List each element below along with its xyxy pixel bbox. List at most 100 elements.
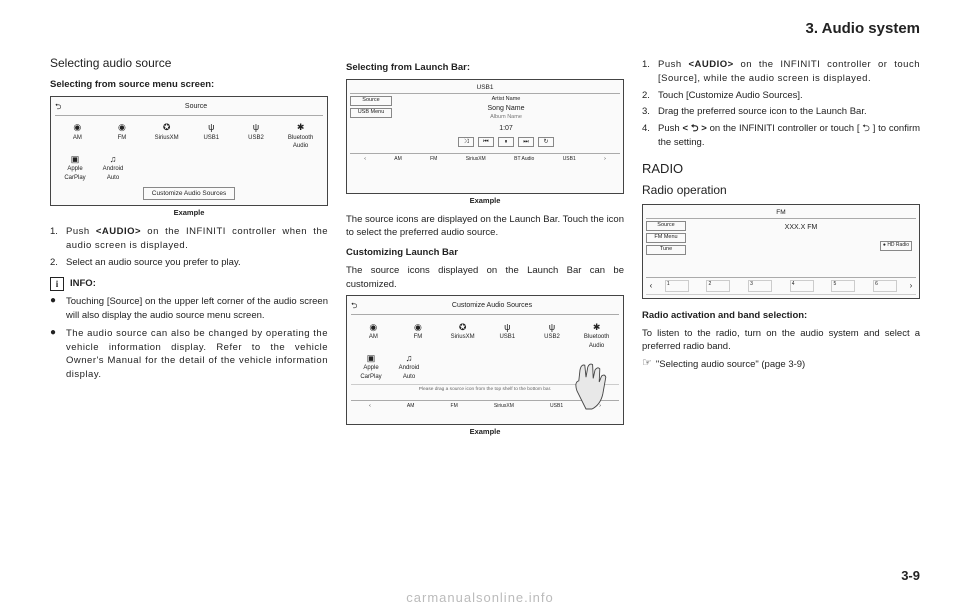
- usb1-icon: ψ: [491, 321, 523, 333]
- artist-label: Artist Name: [392, 96, 620, 104]
- info-icon: i: [50, 277, 64, 291]
- xref-icon: ☞: [642, 358, 652, 369]
- label: Bluetooth Audio: [581, 333, 613, 350]
- label: AM: [357, 333, 389, 342]
- drag-hint: Please drag a source icon from the top s…: [351, 384, 619, 394]
- bullet-1: Touching [Source] on the upper left corn…: [66, 295, 328, 323]
- launch-item: SiriusXM: [494, 403, 514, 410]
- bt-icon: ✱: [285, 122, 317, 134]
- figure-customize: ⮌ Customize Audio Sources ◉AM ◉FM ✪Siriu…: [346, 295, 624, 425]
- column-1: Selecting audio source Selecting from so…: [50, 55, 328, 444]
- preset-6: 6: [873, 280, 897, 292]
- bt-icon: ✱: [581, 321, 613, 333]
- heading-radio: RADIO: [642, 160, 920, 179]
- sxm-icon: ✪: [151, 122, 183, 134]
- figure-launch-bar: USB1 Source USB Menu Artist Name Song Na…: [346, 79, 624, 194]
- launch-usb: USB1: [563, 156, 576, 163]
- usb2-icon: ψ: [536, 321, 568, 333]
- launch-am: AM: [394, 156, 402, 163]
- label-fm: FM: [106, 134, 138, 143]
- figure-radio: FM Source FM Menu Tune XXX.X FM ● HD Rad…: [642, 204, 920, 299]
- label: FM: [402, 333, 434, 342]
- bullet-2: The audio source can also be changed by …: [66, 327, 328, 382]
- subheading-customize: Customizing Launch Bar: [346, 246, 624, 260]
- preset-2: 2: [706, 280, 730, 292]
- tune-button: Tune: [646, 245, 686, 255]
- label-usb2: USB2: [240, 134, 272, 143]
- shuffle-icon: ⤨: [458, 137, 474, 147]
- label-carplay: Apple CarPlay: [59, 165, 91, 182]
- prev-icon: ⏮: [478, 137, 494, 147]
- play-time: 1:07: [392, 124, 620, 134]
- label-am: AM: [61, 134, 93, 143]
- hd-radio-badge: ● HD Radio: [880, 241, 912, 250]
- xref-link: "Selecting audio source" (page 3-9): [656, 358, 805, 372]
- label: USB2: [536, 333, 568, 342]
- frequency: XXX.X FM: [686, 223, 916, 233]
- usb-menu-button: USB Menu: [350, 108, 392, 118]
- label: Android Auto: [393, 364, 425, 381]
- am-icon: ◉: [61, 122, 93, 134]
- preset-right-icon: ›: [906, 280, 916, 292]
- preset-1: 1: [665, 280, 689, 292]
- label: SiriusXM: [447, 333, 479, 342]
- step-number: 2.: [642, 89, 658, 103]
- back-icon: ⮌: [351, 300, 365, 312]
- step-number: 1.: [50, 225, 66, 253]
- fm-menu-button: FM Menu: [646, 233, 686, 243]
- customize-desc: The source icons displayed on the Launch…: [346, 264, 624, 292]
- usb2-icon: ψ: [240, 122, 272, 134]
- preset-5: 5: [831, 280, 855, 292]
- carplay-icon: ▣: [59, 153, 91, 165]
- am-icon: ◉: [357, 321, 389, 333]
- step-2-text: Select an audio source you prefer to pla…: [66, 256, 328, 270]
- preset-4: 4: [790, 280, 814, 292]
- fm-icon: ◉: [106, 122, 138, 134]
- subheading-source-menu: Selecting from source menu screen:: [50, 78, 328, 92]
- customize-button: Customize Audio Sources: [143, 187, 235, 200]
- label-usb1: USB1: [195, 134, 227, 143]
- label-sxm: SiriusXM: [151, 134, 183, 143]
- launch-sxm: SiriusXM: [466, 156, 486, 163]
- heading-selecting-source: Selecting audio source: [50, 55, 328, 72]
- source-button: Source: [646, 221, 686, 231]
- step-2: Touch [Customize Audio Sources].: [658, 89, 920, 103]
- label: Apple CarPlay: [355, 364, 387, 381]
- album-name: Album Name: [392, 114, 620, 122]
- song-name: Song Name: [392, 104, 620, 114]
- radio-activation-text: To listen to the radio, turn on the audi…: [642, 327, 920, 355]
- carplay-icon: ▣: [355, 352, 387, 364]
- step-number: 1.: [642, 58, 658, 86]
- usb1-icon: ψ: [195, 122, 227, 134]
- label-bt: Bluetooth Audio: [285, 134, 317, 151]
- launch-left-icon: ‹: [364, 156, 366, 163]
- figure-source-menu: ⮌ Source ◉AM ◉FM ✪SiriusXM ψUSB1 ψUSB2 ✱…: [50, 96, 328, 206]
- figure1-caption: Example: [50, 208, 328, 219]
- launch-left-icon: ‹: [369, 403, 371, 410]
- column-3: 1. Push <AUDIO> on the INFINITI controll…: [642, 55, 920, 444]
- preset-left-icon: ‹: [646, 280, 656, 292]
- launch-right-icon: ›: [599, 403, 601, 410]
- back-icon: ⮌: [55, 101, 69, 113]
- pause-icon: ⏸: [498, 137, 514, 147]
- info-label: INFO:: [70, 277, 96, 291]
- figure3-caption: Example: [346, 427, 624, 438]
- next-icon: ⏭: [518, 137, 534, 147]
- fm-icon: ◉: [402, 321, 434, 333]
- step-number: 2.: [50, 256, 66, 270]
- step-1: Push <AUDIO> on the INFINITI controller …: [658, 58, 920, 86]
- launch-item: AM: [407, 403, 415, 410]
- label-android: Android Auto: [97, 165, 129, 182]
- android-icon: ♫: [393, 352, 425, 364]
- launch-bar-desc: The source icons are displayed on the La…: [346, 213, 624, 241]
- fig2-title: USB1: [350, 83, 620, 94]
- step-1-text: Push <AUDIO> on the INFINITI controller …: [66, 225, 328, 253]
- label: USB1: [491, 333, 523, 342]
- launch-item: FM: [451, 403, 458, 410]
- customize-title: Customize Audio Sources: [365, 301, 619, 311]
- sxm-icon: ✪: [447, 321, 479, 333]
- watermark: carmanualsonline.info: [0, 590, 960, 605]
- heading-radio-operation: Radio operation: [642, 182, 920, 199]
- page-number: 3-9: [901, 568, 920, 583]
- launch-bt: BT Audio: [514, 156, 534, 163]
